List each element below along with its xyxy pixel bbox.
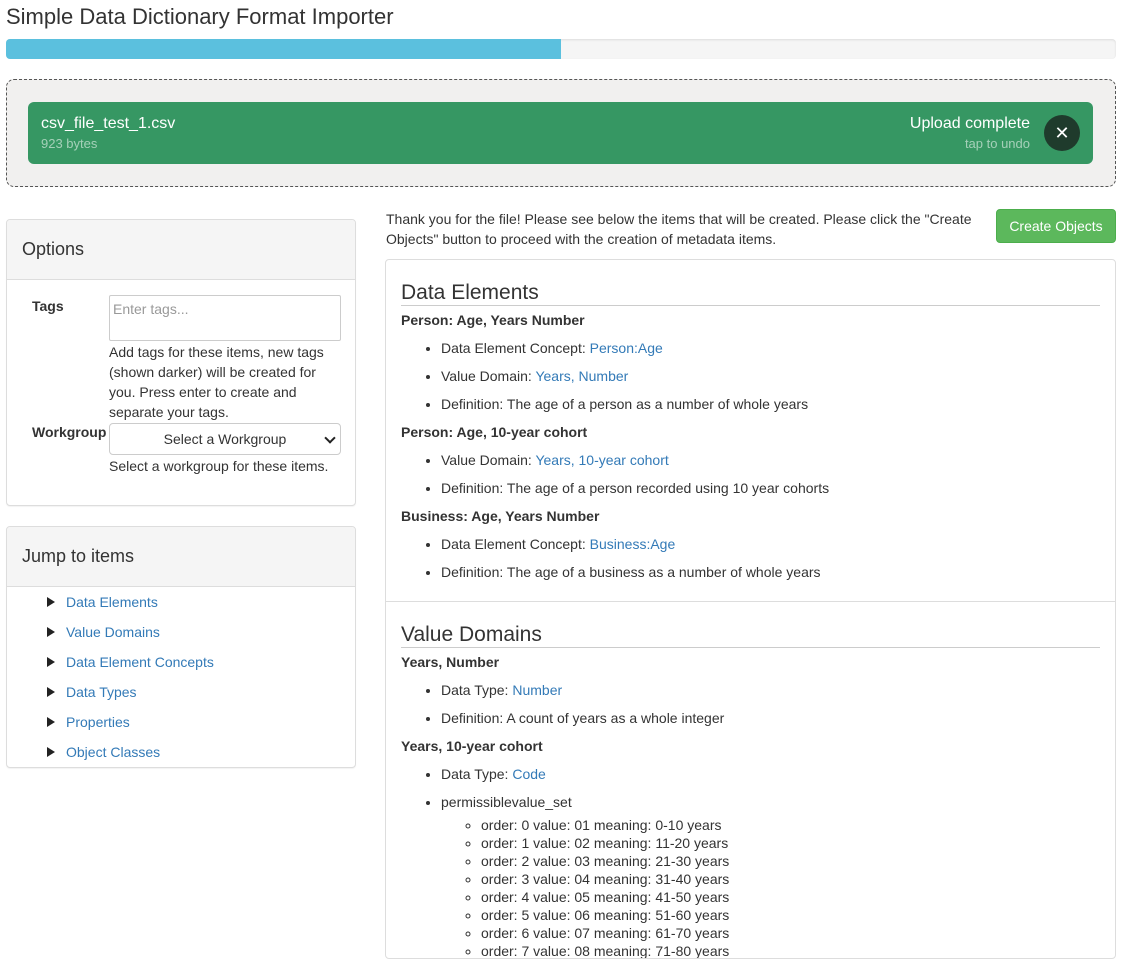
data-elements-section: Data Elements Person: Age, Years Number … [386,260,1115,586]
item-title: Years, Number [401,654,500,670]
property-label: Value Domain: [441,452,536,468]
caret-right-icon[interactable] [47,687,55,697]
property-link[interactable]: Years, Number [535,368,628,384]
chevron-down-icon [324,432,336,444]
item-title: Business: Age, Years Number [401,508,600,524]
jump-item: Value Domains [7,617,355,647]
item-properties: Data Type: Number Definition: A count of… [401,676,1100,732]
options-title: Options [7,220,355,280]
property-label: Data Element Concept: [441,340,590,356]
property-row: Data Type: Code [441,760,1100,788]
jump-to-items-panel: Jump to items Data Elements Value Domain… [6,526,356,768]
property-label: Value Domain: [441,368,536,384]
property-label: Data Element Concept: [441,536,590,552]
jump-link-value-domains[interactable]: Value Domains [66,622,160,642]
jump-link-object-classes[interactable]: Object Classes [66,742,160,762]
jump-item: Properties [7,707,355,737]
close-icon[interactable]: ✕ [1044,115,1080,151]
item-properties: Data Element Concept: Business:Age Defin… [401,530,1100,586]
permissible-values-list: order: 0 value: 01 meaning: 0-10 years o… [441,816,1100,958]
item-properties: Data Element Concept: Person:Age Value D… [401,334,1100,418]
tags-help-text: Add tags for these items, new tags (show… [109,344,324,420]
permissible-value: order: 3 value: 04 meaning: 31-40 years [481,870,1100,888]
options-panel: Options Tags Enter tags... Add tags for … [6,219,356,506]
jump-title: Jump to items [7,527,355,587]
tags-input[interactable]: Enter tags... [109,295,341,341]
intro-text: Thank you for the file! Please see below… [386,211,972,247]
property-link[interactable]: Code [512,766,545,782]
workgroup-label: Workgroup [32,424,107,440]
permissible-value: order: 6 value: 07 meaning: 61-70 years [481,924,1100,942]
permissible-values-label: permissiblevalue_set [441,794,572,810]
property-link[interactable]: Number [512,682,562,698]
uploaded-file-panel: csv_file_test_1.csv 923 bytes Upload com… [28,102,1093,164]
jump-link-properties[interactable]: Properties [66,712,130,732]
jump-list: Data Elements Value Domains Data Element… [7,587,355,767]
create-objects-button[interactable]: Create Objects [996,209,1116,243]
property-link[interactable]: Business:Age [590,536,676,552]
permissible-value: order: 5 value: 06 meaning: 51-60 years [481,906,1100,924]
property-row: Value Domain: Years, 10-year cohort [441,446,1100,474]
caret-right-icon[interactable] [47,717,55,727]
definition-row: Definition: The age of a person as a num… [441,390,1100,418]
item-title: Years, 10-year cohort [401,738,543,754]
property-label: Data Type: [441,682,513,698]
property-row: Data Element Concept: Business:Age [441,530,1100,558]
upload-progress-bar [6,39,1116,59]
value-domains-section: Value Domains Years, Number Data Type: N… [386,602,1115,958]
item-title: Person: Age, Years Number [401,312,585,328]
item-properties: Data Type: Code permissiblevalue_set ord… [401,760,1100,958]
file-size: 923 bytes [41,136,98,151]
property-link[interactable]: Years, 10-year cohort [535,452,668,468]
file-dropzone[interactable]: csv_file_test_1.csv 923 bytes Upload com… [6,79,1116,187]
progress-fill [6,39,561,59]
permissible-value: order: 7 value: 08 meaning: 71-80 years [481,942,1100,958]
jump-link-data-element-concepts[interactable]: Data Element Concepts [66,652,214,672]
property-row: Data Type: Number [441,676,1100,704]
value-domains-heading: Value Domains [401,602,1100,648]
workgroup-select[interactable]: Select a Workgroup [109,423,341,455]
property-link[interactable]: Person:Age [590,340,663,356]
permissible-value: order: 1 value: 02 meaning: 11-20 years [481,834,1100,852]
property-row: Data Element Concept: Person:Age [441,334,1100,362]
permissible-value: order: 4 value: 05 meaning: 41-50 years [481,888,1100,906]
results-panel: Data Elements Person: Age, Years Number … [385,259,1116,959]
permissible-values-row: permissiblevalue_set order: 0 value: 01 … [441,788,1100,958]
permissible-value: order: 0 value: 01 meaning: 0-10 years [481,816,1100,834]
definition-row: Definition: The age of a business as a n… [441,558,1100,586]
caret-right-icon[interactable] [47,747,55,757]
data-elements-heading: Data Elements [401,260,1100,306]
workgroup-selected-value: Select a Workgroup [163,431,287,447]
jump-link-data-types[interactable]: Data Types [66,682,137,702]
jump-item: Data Element Concepts [7,647,355,677]
jump-item: Data Types [7,677,355,707]
definition-row: Definition: A count of years as a whole … [441,704,1100,732]
undo-hint[interactable]: tap to undo [965,136,1030,151]
jump-item: Object Classes [7,737,355,767]
jump-item: Data Elements [7,587,355,617]
jump-link-data-elements[interactable]: Data Elements [66,592,158,612]
upload-status: Upload complete [909,115,1030,132]
caret-right-icon[interactable] [47,627,55,637]
page-title: Simple Data Dictionary Format Importer [6,4,394,29]
caret-right-icon[interactable] [47,657,55,667]
property-row: Value Domain: Years, Number [441,362,1100,390]
tags-label: Tags [32,298,64,314]
workgroup-help-text: Select a workgroup for these items. [109,458,329,474]
property-label: Data Type: [441,766,513,782]
caret-right-icon[interactable] [47,597,55,607]
item-properties: Value Domain: Years, 10-year cohort Defi… [401,446,1100,502]
file-name: csv_file_test_1.csv [41,115,176,132]
definition-row: Definition: The age of a person recorded… [441,474,1100,502]
item-title: Person: Age, 10-year cohort [401,424,588,440]
permissible-value: order: 2 value: 03 meaning: 21-30 years [481,852,1100,870]
